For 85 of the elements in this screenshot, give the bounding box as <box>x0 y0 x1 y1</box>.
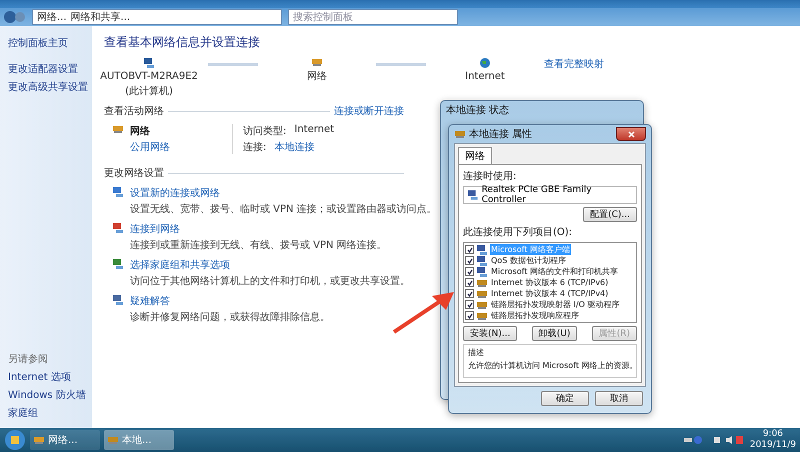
network-type-link[interactable]: 公用网络 <box>130 140 170 154</box>
action-button[interactable]: 安装(N)... <box>463 326 518 341</box>
network-connect-icon <box>112 222 124 234</box>
setting-link[interactable]: 连接到网络 <box>130 222 387 236</box>
checkbox[interactable] <box>465 256 474 265</box>
navigation-icon[interactable] <box>4 10 26 24</box>
section-title: 另请参阅 <box>8 352 49 366</box>
window-title: 本地连接 状态 <box>446 104 510 117</box>
network-icon <box>476 310 488 320</box>
network-icon <box>107 435 119 445</box>
full-map-link[interactable]: 查看完整映射 <box>544 57 604 71</box>
group-title: 描述 <box>468 347 485 358</box>
tab[interactable]: 网络 <box>458 147 492 164</box>
list-item[interactable]: Internet 协议版本 4 (TCP/IPv4) <box>490 288 610 299</box>
network-icon <box>33 435 45 445</box>
network-icon <box>311 57 323 67</box>
description-text: 允许您的计算机访问 Microsoft 网络上的资源。 <box>468 360 632 371</box>
field-label: 连接时使用: <box>463 170 518 183</box>
setting-description: 访问位于其他网络计算机上的文件和打印机，或更改共享设置。 <box>130 274 410 288</box>
setting-description: 连接到或重新连接到无线、有线、拨号或 VPN 网络连接。 <box>130 238 387 252</box>
clock[interactable]: 9:06 2019/11/9 <box>750 429 796 451</box>
checkbox[interactable] <box>465 245 474 254</box>
homegroup-icon <box>112 258 124 270</box>
window-title: 本地连接 属性 <box>469 128 532 141</box>
node-label: AUTOBVT-M2RA9E2 <box>100 71 198 82</box>
computer-icon <box>467 189 479 201</box>
sidebar-link[interactable]: 控制面板主页 <box>8 36 90 50</box>
connection-link[interactable]: 本地连接 <box>274 140 314 154</box>
setting-link[interactable]: 设置新的连接或网络 <box>130 186 437 200</box>
checkbox[interactable] <box>465 289 474 298</box>
list-item[interactable]: 链路层拓扑发现映射器 I/O 驱动程序 <box>490 299 620 310</box>
network-icon <box>112 124 124 134</box>
computer-icon <box>476 266 488 278</box>
close-button[interactable] <box>616 127 646 141</box>
dialog-button[interactable]: 确定 <box>541 391 589 406</box>
configure-button[interactable]: 配置(C)... <box>583 207 637 222</box>
detail-value: Internet <box>294 124 334 137</box>
taskbar-item[interactable]: 网络... <box>30 430 100 450</box>
computer-icon <box>476 254 488 266</box>
checkbox[interactable] <box>465 278 474 287</box>
search-field[interactable]: 搜索控制面板 <box>288 9 458 25</box>
node-label: Internet <box>465 71 505 82</box>
network-icon <box>476 288 488 298</box>
sidebar-link[interactable]: Internet 选项 <box>8 370 90 384</box>
setting-link[interactable]: 选择家庭组和共享选项 <box>130 258 410 272</box>
dialog-button[interactable]: 取消 <box>595 391 643 406</box>
section-heading: 查看活动网络 <box>104 104 164 118</box>
network-icon <box>476 300 488 310</box>
close-icon <box>628 130 634 138</box>
network-name: 网络 <box>130 124 151 138</box>
tray-icons[interactable] <box>684 435 744 445</box>
sidebar-link[interactable]: Windows 防火墙 <box>8 388 90 402</box>
detail-label: 访问类型: <box>243 124 286 138</box>
setting-description: 诊断并修复网络问题，或获得故障排除信息。 <box>130 310 330 324</box>
setting-link[interactable]: 疑难解答 <box>130 294 330 308</box>
computer-icon <box>476 244 488 256</box>
checkbox[interactable] <box>465 300 474 309</box>
computer-icon <box>143 57 155 69</box>
sidebar-link[interactable]: 更改高级共享设置 <box>8 80 90 94</box>
network-icon <box>476 278 488 288</box>
checkbox[interactable] <box>465 267 474 276</box>
list-label: 此连接使用下列项目(O): <box>463 226 574 239</box>
detail-label: 连接: <box>243 140 266 154</box>
page-title: 查看基本网络信息并设置连接 <box>104 34 261 51</box>
list-item[interactable]: Internet 协议版本 6 (TCP/IPv6) <box>490 277 610 288</box>
list-item[interactable]: Microsoft 网络的文件和打印机共享 <box>490 266 619 277</box>
sidebar-link[interactable]: 更改适配器设置 <box>8 62 90 76</box>
start-button[interactable] <box>4 429 26 451</box>
network-setup-icon <box>112 186 124 198</box>
section-heading: 更改网络设置 <box>104 166 164 180</box>
address-bar[interactable]: 网络... 网络和共享... <box>32 9 282 25</box>
arrow-drawing <box>392 290 456 334</box>
adapter-field: Realtek PCIe GBE Family Controller <box>463 186 637 204</box>
globe-icon <box>479 57 491 69</box>
connect-link[interactable]: 连接或断开连接 <box>334 104 404 118</box>
list-item[interactable]: QoS 数据包计划程序 <box>490 255 567 266</box>
action-button[interactable]: 卸载(U) <box>532 326 578 341</box>
troubleshoot-icon <box>112 294 124 306</box>
sidebar-link[interactable]: 家庭组 <box>8 406 90 420</box>
node-label: (此计算机) <box>125 84 173 98</box>
network-icon <box>454 129 466 139</box>
node-label: 网络 <box>307 70 327 83</box>
list-item[interactable]: 链路层拓扑发现响应程序 <box>490 310 580 321</box>
setting-description: 设置无线、宽带、拨号、临时或 VPN 连接；或设置路由器或访问点。 <box>130 202 437 216</box>
checkbox[interactable] <box>465 311 474 320</box>
